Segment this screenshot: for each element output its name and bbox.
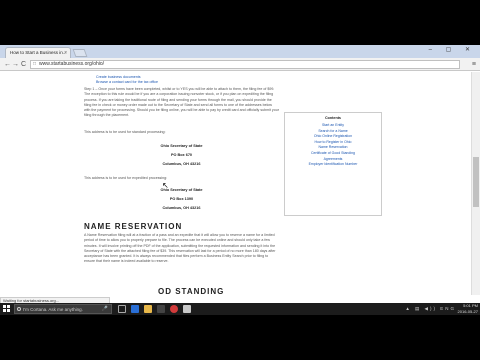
web-page: Create business documents Browse a conta…	[0, 72, 471, 295]
microphone-icon[interactable]: 🎤	[102, 305, 108, 314]
screen: How to Start a Business in... × – ▢ ✕ ← …	[0, 45, 480, 315]
task-view-icon[interactable]	[118, 305, 126, 313]
tab-strip: How to Start a Business in... × – ▢ ✕	[0, 45, 480, 58]
reload-icon[interactable]: C	[21, 60, 26, 69]
vertical-scrollbar[interactable]	[471, 72, 480, 295]
system-tray-icons[interactable]: ▲ ▤ ◀)) ENG	[405, 306, 456, 312]
table-of-contents: Contents Start an Entity Search for a Na…	[284, 112, 382, 216]
address-bar[interactable]: □ www.startabusiness.org/ohio/	[30, 60, 460, 69]
browser-tab[interactable]: How to Start a Business in... ×	[5, 47, 71, 58]
expedited-processing-note: This address is to be used for expedited…	[84, 176, 168, 180]
clock-date: 2016-05-27	[457, 308, 478, 314]
mouse-cursor-icon: ↖	[162, 181, 169, 190]
page-icon: □	[33, 61, 37, 67]
good-standing-heading: OD STANDING	[158, 287, 225, 295]
link-contact-card[interactable]: Browse a contact card for the tax office	[96, 80, 158, 85]
url-text: www.startabusiness.org/ohio/	[39, 61, 105, 67]
browser-toolbar: ← → C □ www.startabusiness.org/ohio/ ≡	[0, 58, 480, 71]
toc-title: Contents	[325, 116, 341, 120]
name-reservation-heading: NAME RESERVATION	[84, 222, 183, 231]
step-paragraph: Step 1 – Once your forms have been compl…	[84, 87, 279, 118]
address-line: Ohio Secretary of State	[160, 188, 203, 192]
scrollbar-thumb[interactable]	[473, 157, 479, 207]
clock[interactable]: 5:01 PM 2016-05-27	[458, 303, 478, 314]
window-controls[interactable]: – ▢ ✕	[429, 46, 476, 53]
expedited-address: Ohio Secretary of State PO Box 1390 Colu…	[84, 188, 279, 211]
menu-icon[interactable]: ≡	[472, 60, 476, 69]
edge-icon[interactable]	[131, 305, 139, 313]
name-reservation-paragraph: A Name Reservation filing will at a frac…	[84, 233, 276, 264]
app-icon[interactable]	[183, 305, 191, 313]
address-line: PO Box 1390	[169, 197, 194, 201]
tab-close-icon[interactable]: ×	[64, 48, 67, 58]
forward-icon[interactable]: →	[12, 60, 19, 69]
address-line: Columbus, OH 43216	[162, 206, 201, 210]
search-placeholder: I'm Cortana. Ask me anything.	[23, 307, 83, 312]
address-line: Ohio Secretary of State	[160, 144, 203, 148]
chrome-icon[interactable]	[170, 305, 178, 313]
taskbar: I'm Cortana. Ask me anything. 🎤 ▲ ▤ ◀)) …	[0, 303, 480, 315]
new-tab-button[interactable]	[72, 49, 88, 57]
store-icon[interactable]	[157, 305, 165, 313]
address-line: PO Box 670	[170, 153, 193, 157]
cortana-search-box[interactable]: I'm Cortana. Ask me anything. 🎤	[14, 304, 112, 314]
file-explorer-icon[interactable]	[144, 305, 152, 313]
address-line: Columbus, OH 43216	[162, 162, 201, 166]
back-icon[interactable]: ←	[4, 60, 11, 69]
cortana-icon	[17, 307, 21, 311]
toc-item[interactable]: Employer Identification Number	[285, 162, 381, 168]
standard-address: Ohio Secretary of State PO Box 670 Colum…	[84, 144, 279, 167]
language-indicator[interactable]: ENG	[440, 306, 456, 311]
standard-processing-note: This address is to be used for standard …	[84, 130, 166, 134]
tab-title: How to Start a Business in...	[10, 50, 67, 55]
windows-start-icon[interactable]	[3, 305, 11, 313]
top-links: Create business documents Browse a conta…	[96, 75, 158, 85]
